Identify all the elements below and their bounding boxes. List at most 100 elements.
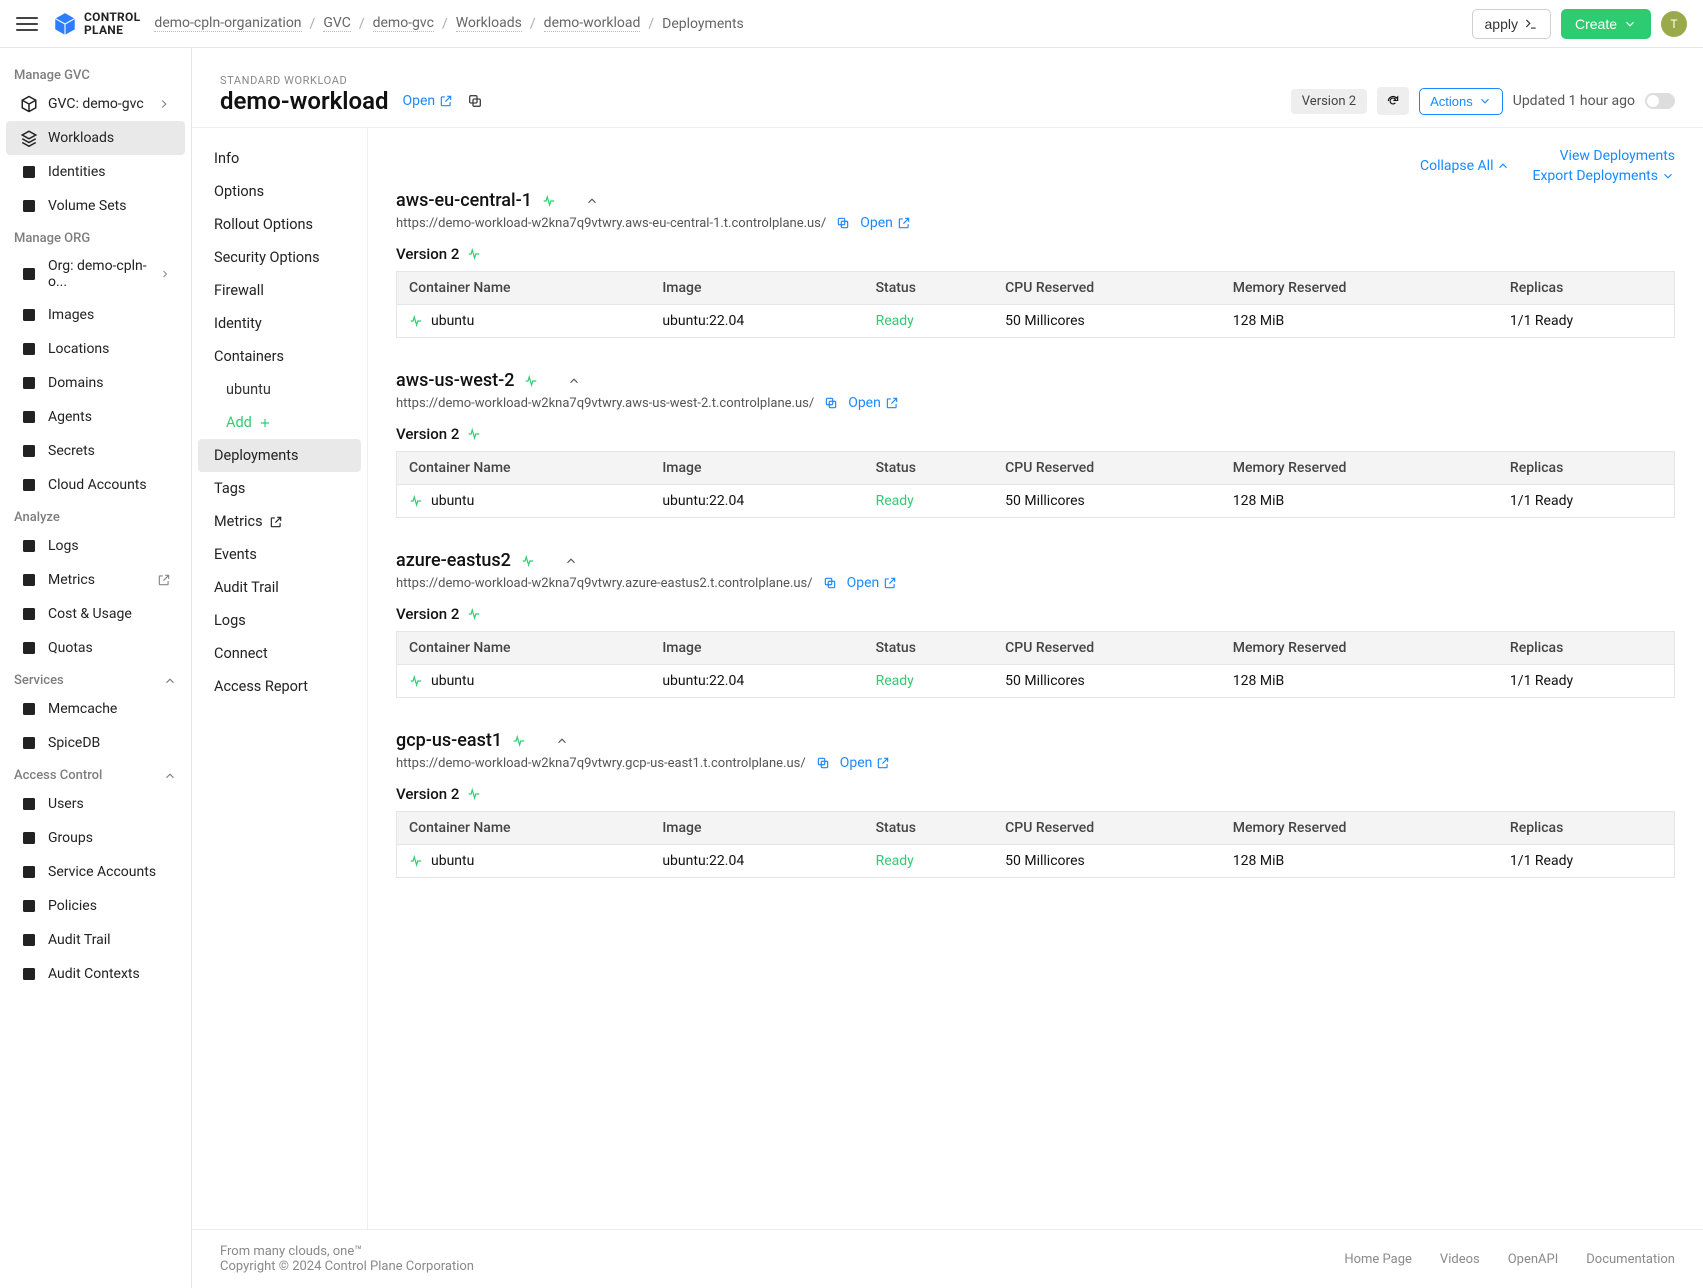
footer-link[interactable]: OpenAPI	[1508, 1252, 1559, 1267]
table-row[interactable]: ubuntuubuntu:22.04Ready50 Millicores128 …	[397, 845, 1675, 878]
sidebar-item[interactable]: Agents	[6, 400, 185, 434]
subnav-item[interactable]: Firewall	[198, 274, 361, 307]
cpu-cell: 50 Millicores	[993, 305, 1221, 338]
subnav-add-button[interactable]: Add	[198, 406, 361, 439]
subnav-item[interactable]: Logs	[198, 604, 361, 637]
sidebar-item[interactable]: Quotas	[6, 631, 185, 665]
sidebar-item[interactable]: Logs	[6, 529, 185, 563]
pulse-icon	[409, 314, 423, 328]
open-region-link[interactable]: Open	[848, 395, 899, 411]
sidebar-section-header: Manage ORG	[0, 223, 191, 250]
subnav-item[interactable]: Connect	[198, 637, 361, 670]
copy-url-icon[interactable]	[823, 576, 837, 590]
view-deployments-link[interactable]: View Deployments	[1560, 148, 1675, 164]
breadcrumb-item[interactable]: demo-gvc	[373, 15, 434, 32]
subnav-item[interactable]: Tags	[198, 472, 361, 505]
collapse-region-toggle[interactable]	[585, 194, 599, 208]
subnav-item[interactable]: Security Options	[198, 241, 361, 274]
open-link[interactable]: Open	[402, 93, 453, 109]
auto-refresh-toggle[interactable]	[1645, 93, 1675, 109]
sidebar-item[interactable]: Secrets	[6, 434, 185, 468]
actions-button[interactable]: Actions	[1419, 88, 1503, 115]
subnav-item[interactable]: Containers	[198, 340, 361, 373]
quota-icon	[20, 639, 38, 657]
sidebar-item[interactable]: SpiceDB	[6, 726, 185, 760]
footer: From many clouds, one™ Copyright © 2024 …	[192, 1229, 1703, 1288]
breadcrumb-item[interactable]: Workloads	[456, 15, 522, 32]
subnav-item[interactable]: Metrics	[198, 505, 361, 538]
export-deployments-link[interactable]: Export Deployments	[1532, 168, 1675, 184]
sidebar-item[interactable]: Groups	[6, 821, 185, 855]
footer-link[interactable]: Home Page	[1344, 1252, 1412, 1267]
breadcrumb-item[interactable]: demo-workload	[544, 15, 641, 32]
sidebar: Manage GVC GVC: demo-gvcWorkloadsIdentiti…	[0, 48, 192, 1288]
sidebar-item[interactable]: Cloud Accounts	[6, 468, 185, 502]
avatar[interactable]: T	[1661, 11, 1687, 37]
collapse-all-link[interactable]: Collapse All	[1420, 148, 1510, 184]
sidebar-item[interactable]: Service Accounts	[6, 855, 185, 889]
region-url: https://demo-workload-w2kna7q9vtwry.aws-…	[396, 216, 826, 231]
table-header: CPU Reserved	[993, 452, 1221, 485]
subnav-item[interactable]: Identity	[198, 307, 361, 340]
sidebar-item-label: Volume Sets	[48, 198, 126, 214]
table-header: Replicas	[1498, 452, 1675, 485]
subnav-item[interactable]: Options	[198, 175, 361, 208]
sidebar-section-header[interactable]: Access Control	[0, 760, 191, 787]
sidebar-item[interactable]: Domains	[6, 366, 185, 400]
sidebar-item[interactable]: Org: demo-cpln-o...	[6, 250, 185, 298]
footer-link[interactable]: Videos	[1440, 1252, 1480, 1267]
collapse-region-toggle[interactable]	[567, 374, 581, 388]
region-block: aws-us-west-2 https://demo-workload-w2kn…	[396, 370, 1675, 518]
breadcrumb-item[interactable]: GVC	[323, 15, 350, 32]
sidebar-item[interactable]: Volume Sets	[6, 189, 185, 223]
sidebar-item[interactable]: Workloads	[6, 121, 185, 155]
chevron-up-icon	[163, 769, 177, 783]
hamburger-menu[interactable]	[16, 13, 38, 35]
open-region-link[interactable]: Open	[840, 755, 891, 771]
footer-link[interactable]: Documentation	[1586, 1252, 1675, 1267]
create-button[interactable]: Create	[1561, 9, 1651, 39]
containers-table: Container NameImageStatusCPU ReservedMem…	[396, 811, 1675, 878]
subnav-item[interactable]: Deployments	[198, 439, 361, 472]
sidebar-item[interactable]: Images	[6, 298, 185, 332]
subnav-item[interactable]: Audit Trail	[198, 571, 361, 604]
sidebar-item[interactable]: Audit Trail	[6, 923, 185, 957]
apply-button[interactable]: apply	[1472, 9, 1551, 39]
region-url: https://demo-workload-w2kna7q9vtwry.gcp-…	[396, 756, 806, 771]
subnav-item[interactable]: Info	[198, 142, 361, 175]
subnav-container-item[interactable]: ubuntu	[198, 373, 361, 406]
sidebar-item[interactable]: GVC: demo-gvc	[6, 87, 185, 121]
collapse-region-toggle[interactable]	[564, 554, 578, 568]
sidebar-item[interactable]: Audit Contexts	[6, 957, 185, 991]
open-region-link[interactable]: Open	[860, 215, 911, 231]
sidebar-section-header[interactable]: Services	[0, 665, 191, 692]
subnav-item[interactable]: Rollout Options	[198, 208, 361, 241]
subnav-item[interactable]: Access Report	[198, 670, 361, 703]
replicas-cell: 1/1 Ready	[1498, 845, 1675, 878]
logo[interactable]: CONTROLPLANE	[52, 11, 140, 37]
sidebar-item[interactable]: Locations	[6, 332, 185, 366]
table-row[interactable]: ubuntuubuntu:22.04Ready50 Millicores128 …	[397, 665, 1675, 698]
copy-url-icon[interactable]	[816, 756, 830, 770]
chevron-up-icon	[163, 674, 177, 688]
copy-icon[interactable]	[467, 93, 483, 109]
table-row[interactable]: ubuntuubuntu:22.04Ready50 Millicores128 …	[397, 305, 1675, 338]
breadcrumb-item[interactable]: demo-cpln-organization	[154, 15, 301, 32]
subnav-item[interactable]: Events	[198, 538, 361, 571]
collapse-region-toggle[interactable]	[555, 734, 569, 748]
sidebar-item[interactable]: Metrics	[6, 563, 185, 597]
sidebar-item[interactable]: Memcache	[6, 692, 185, 726]
sidebar-item[interactable]: Policies	[6, 889, 185, 923]
refresh-button[interactable]	[1377, 87, 1409, 115]
version-pill: Version 2	[1291, 89, 1367, 114]
plus-icon	[258, 416, 272, 430]
sidebar-item[interactable]: Users	[6, 787, 185, 821]
open-region-link[interactable]: Open	[847, 575, 898, 591]
copy-url-icon[interactable]	[836, 216, 850, 230]
copy-url-icon[interactable]	[824, 396, 838, 410]
sidebar-item-label: Locations	[48, 341, 109, 357]
sidebar-section-label: Manage GVC	[14, 68, 90, 83]
sidebar-item[interactable]: Identities	[6, 155, 185, 189]
table-row[interactable]: ubuntuubuntu:22.04Ready50 Millicores128 …	[397, 485, 1675, 518]
sidebar-item[interactable]: Cost & Usage	[6, 597, 185, 631]
